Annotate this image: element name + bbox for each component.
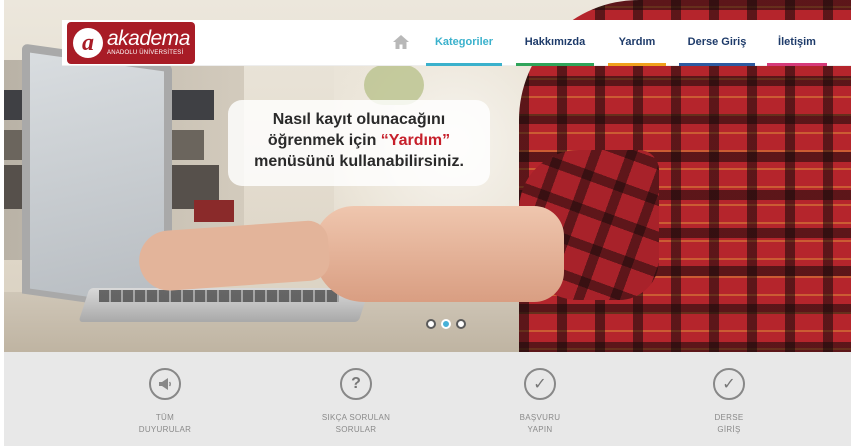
- nav-label: Kategoriler: [434, 36, 494, 48]
- hero-message-text: öğrenmek için: [267, 132, 381, 149]
- quick-link-duyurular[interactable]: TÜM DUYURULAR: [105, 368, 225, 436]
- site-logo[interactable]: a akadema ANADOLU ÜNİVERSİTESİ: [67, 22, 195, 64]
- nav-label: İletişim: [778, 36, 816, 48]
- hero-message-line: Nasıl kayıt olunacağını: [272, 111, 446, 128]
- arm-right: [314, 206, 564, 302]
- logo-subtitle: ANADOLU ÜNİVERSİTESİ: [107, 50, 184, 56]
- checkmark-icon: ✓: [524, 368, 556, 400]
- nav-item-kategoriler[interactable]: Kategoriler: [426, 32, 502, 66]
- quick-link-label-line: TÜM: [155, 413, 175, 422]
- slider-dot[interactable]: [426, 319, 436, 329]
- nav-label: Yardım: [618, 36, 656, 48]
- slider-dot-active[interactable]: [441, 319, 451, 329]
- nav-label: Derse Giriş: [687, 36, 747, 48]
- quick-link-label-line: SIKÇA SORULAN: [321, 413, 391, 422]
- quick-link-label-line: GİRİŞ: [717, 425, 741, 434]
- quick-link-label-line: DUYURULAR: [138, 425, 192, 434]
- quick-link-label: TÜM DUYURULAR: [105, 412, 225, 436]
- nav-underline: [767, 63, 827, 66]
- slider-dot[interactable]: [456, 319, 466, 329]
- nav-underline: [516, 63, 594, 66]
- quick-link-sss[interactable]: ? SIKÇA SORULAN SORULAR: [296, 368, 416, 436]
- nav-underline: [426, 63, 502, 66]
- arm-left: [137, 219, 331, 293]
- nav-item-hakkimizda[interactable]: Hakkımızda: [516, 32, 594, 66]
- quick-link-label-line: SORULAR: [335, 425, 377, 434]
- slider-pagination: [426, 319, 466, 329]
- quick-links: TÜM DUYURULAR ? SIKÇA SORULAN SORULAR ✓ …: [4, 352, 851, 446]
- checkmark-icon: ✓: [713, 368, 745, 400]
- quick-link-label: DERSE GİRİŞ: [669, 412, 789, 436]
- nav-underline: [608, 63, 666, 66]
- hero-message-line: öğrenmek için “Yardım”: [228, 130, 490, 151]
- laptop-keyboard: [99, 290, 339, 302]
- logo-text: akadema ANADOLU ÜNİVERSİTESİ: [107, 27, 190, 57]
- logo-name: akadema: [107, 27, 190, 50]
- megaphone-icon: [149, 368, 181, 400]
- plant: [364, 65, 424, 105]
- nav-label: Hakkımızda: [524, 36, 586, 48]
- quick-link-label-line: YAPIN: [527, 425, 553, 434]
- quick-link-label-line: BAŞVURU: [519, 413, 561, 422]
- home-icon[interactable]: [392, 34, 410, 50]
- nav-item-iletisim[interactable]: İletişim: [767, 32, 827, 66]
- quick-link-label-line: DERSE: [714, 413, 744, 422]
- quick-link-basvuru[interactable]: ✓ BAŞVURU YAPIN: [480, 368, 600, 436]
- hero-message: Nasıl kayıt olunacağını öğrenmek için “Y…: [228, 100, 490, 186]
- nav-underline: [679, 63, 755, 66]
- quick-link-label: BAŞVURU YAPIN: [480, 412, 600, 436]
- nav-item-yardim[interactable]: Yardım: [608, 32, 666, 66]
- nav-item-derse-giris[interactable]: Derse Giriş: [679, 32, 755, 66]
- hero-message-line: menüsünü kullanabilirsiniz.: [254, 153, 464, 170]
- book: [194, 200, 234, 222]
- quick-link-derse-giris[interactable]: ✓ DERSE GİRİŞ: [669, 368, 789, 436]
- logo-mark: a: [73, 28, 103, 58]
- hero-message-highlight: “Yardım”: [380, 132, 451, 149]
- quick-link-label: SIKÇA SORULAN SORULAR: [296, 412, 416, 436]
- question-icon: ?: [340, 368, 372, 400]
